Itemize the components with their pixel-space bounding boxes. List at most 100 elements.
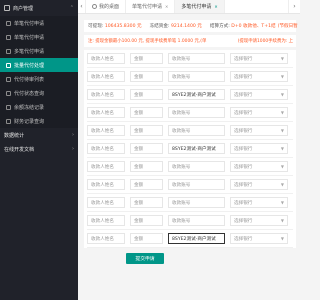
payee-name-input[interactable]: 收款人姓名 [87, 215, 125, 226]
menu-item-icon [6, 76, 11, 82]
bank-select[interactable]: 选择银行 ▼ [230, 197, 288, 208]
tab-scroll-right-button[interactable]: › [288, 0, 300, 13]
sidebar-item-label: 余额冻结记录 [14, 104, 45, 111]
caret-down-icon: ▼ [280, 200, 284, 205]
payee-name-input[interactable]: 收款人姓名 [87, 89, 125, 100]
bank-select-label: 选择银行 [234, 146, 253, 152]
sidebar-group-stats[interactable]: 数据统计 › [0, 128, 78, 142]
sidebar-item-label: 单笔代付申请 [14, 20, 45, 27]
amount-input[interactable]: 金额 [130, 197, 163, 208]
payout-form: 收款人姓名 金额 收款账号 选择银行 ▼ 收款人姓名 金额 收款账号 选择银行 ▼ 收款人姓名 金额 8… [84, 50, 296, 248]
bank-select[interactable]: 选择银行 ▼ [230, 215, 288, 226]
amount-input[interactable]: 金额 [130, 179, 163, 190]
sidebar-item-label: 代付状态查询 [14, 90, 45, 97]
sidebar-item[interactable]: 多笔代付申请 [0, 44, 78, 58]
payee-name-input[interactable]: 收款人姓名 [87, 179, 125, 190]
sidebar-item[interactable]: 代付待审列表 [0, 72, 78, 86]
sidebar-group-docs[interactable]: 在线开发文档 › [0, 142, 78, 156]
bank-select-label: 选择银行 [234, 236, 253, 242]
account-input[interactable]: 收款账号 [168, 161, 225, 172]
account-input[interactable]: 收款账号 [168, 53, 225, 64]
bank-select[interactable]: 选择银行 ▼ [230, 179, 288, 190]
payee-name-input[interactable]: 收款人姓名 [87, 161, 125, 172]
amount-input[interactable]: 金额 [130, 71, 163, 82]
account-input[interactable]: 收款账号 [168, 215, 225, 226]
chevron-up-icon: ⌃ [69, 5, 74, 11]
bank-select-label: 选择银行 [234, 110, 253, 116]
sidebar-item[interactable]: 单笔代付申请 [0, 16, 78, 30]
menu-item-icon [6, 48, 11, 54]
tab[interactable]: 我的桌面 [86, 0, 127, 13]
balance-bar: 可提现: 106435.8300 元 冻结资金: 9214.1400 元 结算方… [84, 20, 298, 32]
bank-select-label: 选择银行 [234, 200, 253, 206]
frozen-value: 9214.1400 元 [170, 24, 202, 29]
amount-input[interactable]: 金额 [130, 125, 163, 136]
sidebar-item[interactable]: 余额冻结记录 [0, 100, 78, 114]
amount-input[interactable]: 金额 [130, 233, 163, 244]
payee-name-input[interactable]: 收款人姓名 [87, 233, 125, 244]
submit-button[interactable]: 提交申请 [126, 253, 164, 264]
sidebar-item[interactable]: 单笔代付申请 [0, 30, 78, 44]
caret-down-icon: ▼ [280, 218, 284, 223]
sidebar-group-label: 数据统计 [4, 132, 25, 139]
bank-select[interactable]: 选择银行 ▼ [230, 125, 288, 136]
account-input[interactable]: 收款账号 [168, 179, 225, 190]
menu-item-icon [6, 62, 11, 68]
tab[interactable]: 多笔代付申请 ✕ [175, 0, 225, 13]
fee-value: D+0 收款他、T+1结 [231, 24, 276, 29]
tab-label: 我的桌面 [99, 4, 120, 10]
bank-select[interactable]: 选择银行 ▼ [230, 143, 288, 154]
payee-name-input[interactable]: 收款人姓名 [87, 71, 125, 82]
bank-select[interactable]: 选择银行 ▼ [230, 71, 288, 82]
account-input[interactable]: 收款账号 [168, 197, 225, 208]
bank-select[interactable]: 选择银行 ▼ [230, 89, 288, 100]
amount-input[interactable]: 金额 [130, 161, 163, 172]
tab-bar: ‹ 我的桌面 单笔代付申请 ✕ 多笔代付申请 ✕ › [78, 0, 300, 14]
bank-select[interactable]: 选择银行 ▼ [230, 53, 288, 64]
caret-down-icon: ▼ [280, 164, 284, 169]
sidebar-item[interactable]: 代付状态查询 [0, 86, 78, 100]
amount-input[interactable]: 金额 [130, 53, 163, 64]
close-icon[interactable]: ✕ [165, 4, 168, 9]
fee-label: 结算方式: [209, 24, 230, 29]
payout-row: 收款人姓名 金额 8SYE2测试-商户测试 选择银行 ▼ [87, 230, 293, 248]
payout-row: 收款人姓名 金额 收款账号 选择银行 ▼ [87, 50, 293, 68]
sidebar-item[interactable]: 财务记录查询 [0, 114, 78, 128]
payee-name-input[interactable]: 收款人姓名 [87, 197, 125, 208]
bank-select-label: 选择银行 [234, 182, 253, 188]
bank-select[interactable]: 选择银行 ▼ [230, 233, 288, 244]
account-input[interactable]: 收款账号 [168, 107, 225, 118]
caret-down-icon: ▼ [280, 110, 284, 115]
bank-select-label: 选择银行 [234, 56, 253, 62]
amount-input[interactable]: 金额 [130, 143, 163, 154]
sidebar-group-merchant[interactable]: 商户管理 ⌃ [0, 0, 78, 16]
payee-name-input[interactable]: 收款人姓名 [87, 53, 125, 64]
frozen-label: 冻结资金: [149, 24, 170, 29]
chevron-right-icon: › [72, 146, 74, 152]
account-input[interactable]: 收款账号 [168, 71, 225, 82]
sidebar-item[interactable]: 批量代付处理 [0, 58, 78, 72]
amount-input[interactable]: 金额 [130, 107, 163, 118]
notice-left: 注: 提现金额最小100.00 元, 提现手续费单笔 1.0000 元,(单 [88, 39, 207, 44]
tab-scroll-left-button[interactable]: ‹ [78, 0, 86, 13]
account-input[interactable]: 8SYE2测试-商户测试 [168, 143, 225, 154]
account-input[interactable]: 8SYE2测试-商户测试 [168, 89, 225, 100]
sidebar: 商户管理 ⌃ 单笔代付申请 单笔代付申请 多笔代付申请批量代付处理 代付待审列表代付状… [0, 0, 78, 300]
payee-name-input[interactable]: 收款人姓名 [87, 143, 125, 154]
holiday-note: (节假日暂 [277, 24, 298, 29]
payee-name-input[interactable]: 收款人姓名 [87, 107, 125, 118]
sidebar-group-label: 商户管理 [13, 5, 34, 12]
bank-select-label: 选择银行 [234, 164, 253, 170]
close-icon[interactable]: ✕ [214, 4, 217, 9]
amount-input[interactable]: 金额 [130, 89, 163, 100]
bank-select[interactable]: 选择银行 ▼ [230, 161, 288, 172]
bank-select[interactable]: 选择银行 ▼ [230, 107, 288, 118]
tab[interactable]: 单笔代付申请 ✕ [126, 0, 176, 13]
sidebar-item-label: 单笔代付申请 [14, 34, 45, 41]
account-input[interactable]: 收款账号 [168, 125, 225, 136]
caret-down-icon: ▼ [280, 236, 284, 241]
account-input[interactable]: 8SYE2测试-商户测试 [168, 233, 225, 244]
amount-input[interactable]: 金额 [130, 215, 163, 226]
sidebar-item-label: 多笔代付申请 [14, 48, 45, 55]
payee-name-input[interactable]: 收款人姓名 [87, 125, 125, 136]
